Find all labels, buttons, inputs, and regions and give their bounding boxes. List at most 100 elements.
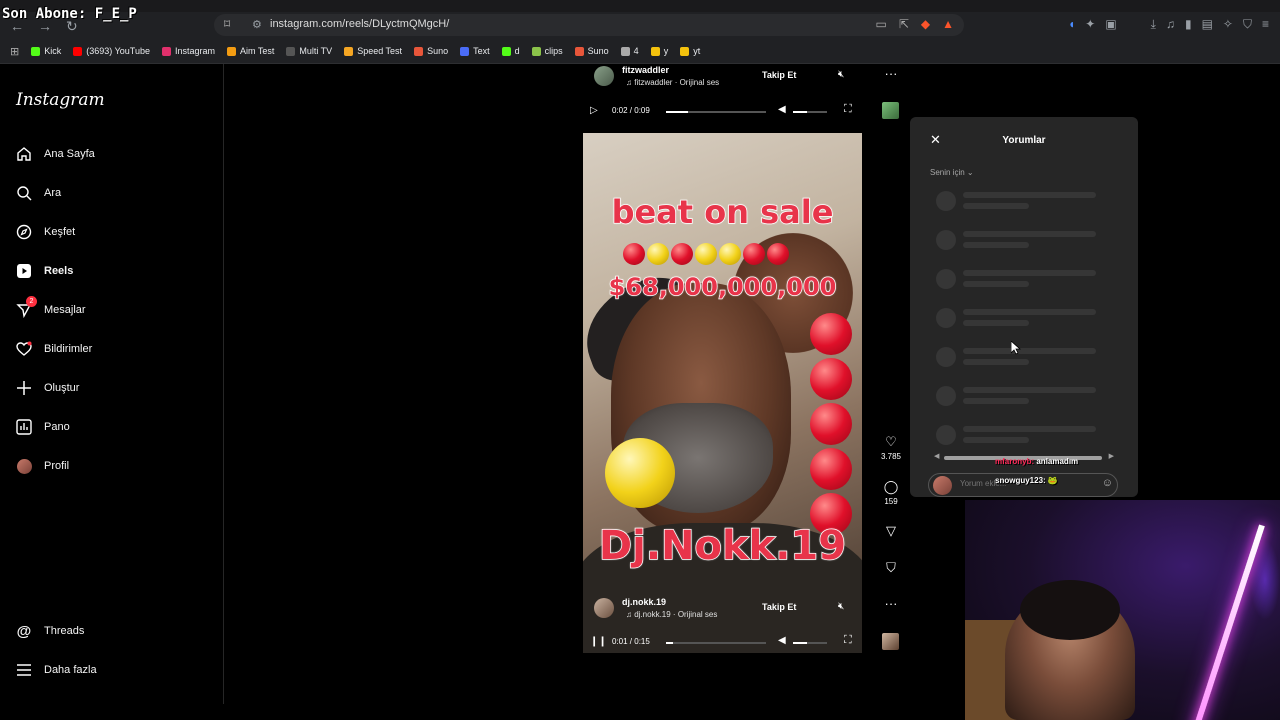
like-button[interactable]: ♡ 3.785 (880, 434, 902, 461)
sidebar-item-messages[interactable]: 2 Mesajlar (16, 296, 86, 318)
follow-button[interactable]: Takip Et (762, 602, 796, 612)
sidebar-toggle-icon[interactable]: ▮ (1185, 17, 1192, 32)
more-options-icon[interactable]: ··· (880, 596, 902, 611)
download-icon[interactable]: ⤓ (1151, 17, 1156, 32)
audio-icon[interactable]: ◖ (1068, 17, 1075, 32)
mute-icon[interactable]: 🔇︎ (838, 69, 844, 80)
like-count: 3.785 (880, 452, 902, 461)
bookmark-item[interactable]: Multi TV (286, 46, 332, 56)
sidebar-item-create[interactable]: Oluştur (16, 380, 79, 396)
bookmark-item[interactable]: d (501, 46, 520, 56)
volume-slider[interactable] (793, 642, 827, 644)
bookmark-item[interactable]: Suno (414, 46, 448, 56)
avatar[interactable] (594, 66, 614, 86)
follow-button[interactable]: Takip Et (762, 70, 796, 80)
fullscreen-icon[interactable]: ⛶ (844, 103, 852, 116)
reel-audio[interactable]: ♫ fitzwaddler · Orijinal ses (626, 78, 719, 87)
reel-username[interactable]: dj.nokk.19 (622, 597, 666, 607)
sidebar-item-label: Profil (44, 460, 70, 472)
comment-skeleton (936, 230, 1116, 254)
sidebar-item-reels[interactable]: Reels (16, 263, 73, 279)
video-time: 0:01 / 0:15 (612, 637, 650, 646)
favicon-icon (680, 46, 690, 56)
menu-icon[interactable]: ≡ (1262, 17, 1269, 32)
comments-title: Yorumlar (1002, 135, 1046, 146)
bookmark-item[interactable]: y (650, 46, 668, 56)
leo-icon[interactable]: ✧ (1223, 17, 1233, 32)
fullscreen-icon[interactable]: ⛶ (844, 634, 852, 647)
volume-slider[interactable] (793, 111, 827, 113)
scroll-left-icon[interactable]: ◀ (934, 452, 939, 460)
sidebar-item-notifications[interactable]: Bildirimler (16, 341, 92, 357)
avatar[interactable] (594, 598, 614, 618)
sidebar-item-explore[interactable]: Keşfet (16, 224, 75, 240)
favicon-icon (344, 46, 354, 56)
emoji-icon[interactable]: ☺ (1102, 477, 1113, 489)
sidebar-item-threads[interactable]: @ Threads (16, 623, 85, 640)
volume-icon[interactable]: ◀︎ (778, 635, 786, 646)
sidebar-item-profile[interactable]: Profil (16, 458, 69, 474)
sidebar: Instagram Ana Sayfa Ara Keşfet Reels 2 M… (0, 64, 224, 704)
save-button[interactable]: ⛉ (880, 560, 902, 576)
favicon-icon (501, 46, 511, 56)
bookmark-item[interactable]: Text (460, 46, 490, 56)
play-icon[interactable]: ▷ (590, 105, 598, 116)
bookmark-item[interactable]: Aim Test (227, 46, 274, 56)
share-icon[interactable]: ⇱ (899, 17, 909, 31)
site-info-icon[interactable]: ⚙ (252, 18, 262, 31)
reel-video[interactable]: beat on sale $68,000,000,000 Dj.Nokk.19 (583, 133, 862, 653)
favicon-icon (414, 46, 424, 56)
bookmark-icon[interactable]: ⌑ (224, 17, 230, 31)
reel-username[interactable]: fitzwaddler (622, 65, 669, 75)
sidebar-item-more[interactable]: Daha fazla (16, 662, 97, 678)
favicon-icon (31, 46, 41, 56)
scroll-right-icon[interactable]: ▶ (1109, 452, 1114, 460)
reel-audio[interactable]: ♫ dj.nokk.19 · Orijinal ses (626, 610, 717, 619)
music-icon[interactable]: ♫ (1166, 17, 1175, 32)
sidebar-item-home[interactable]: Ana Sayfa (16, 146, 95, 162)
bookmark-item[interactable]: Speed Test (344, 46, 402, 56)
share-button[interactable]: ▽ (880, 523, 902, 539)
bookmark-item[interactable]: (3693) YouTube (73, 46, 150, 56)
video-controls-main: ❙❙ 0:01 / 0:15 ◀︎ ⛶ (590, 634, 865, 652)
brave-rewards-icon[interactable]: ▲ (942, 17, 954, 31)
more-options-icon[interactable]: ··· (880, 66, 902, 81)
send-icon: ▽ (886, 523, 896, 538)
stream-chat-message: snowguy123: 🐸 (995, 476, 1058, 485)
comment-button[interactable]: ◯ 159 (880, 479, 902, 506)
pause-icon[interactable]: ❙❙ (590, 636, 607, 647)
progress-bar[interactable] (666, 111, 766, 113)
sidebar-item-label: Bildirimler (44, 343, 93, 355)
audio-thumbnail[interactable] (882, 633, 899, 650)
dashboard-icon (16, 419, 32, 435)
sidebar-item-search[interactable]: Ara (16, 185, 61, 201)
bookmark-item[interactable]: Instagram (161, 46, 215, 56)
cast-icon[interactable]: ▭ (875, 17, 886, 31)
comments-sort-dropdown[interactable]: Senin için ⌄ (930, 168, 974, 177)
search-icon (16, 185, 32, 201)
bookmark-item[interactable]: yt (680, 46, 700, 56)
tab-manager-icon[interactable]: ▣ (1105, 17, 1116, 32)
apps-icon[interactable]: ⊞ (10, 45, 19, 58)
mute-icon[interactable]: 🔇︎ (838, 601, 844, 612)
bookmark-item[interactable]: Suno (574, 46, 609, 56)
instagram-logo[interactable]: Instagram (16, 90, 105, 110)
bookmark-item[interactable]: clips (531, 46, 563, 56)
url-text[interactable]: instagram.com/reels/DLyctmQMgcH/ (270, 18, 449, 30)
bookmark-item[interactable]: Kick (31, 46, 61, 56)
sidebar-item-label: Ara (44, 187, 62, 199)
progress-bar[interactable] (666, 642, 766, 644)
reel-header-top: fitzwaddler ♫ fitzwaddler · Orijinal ses… (590, 64, 865, 94)
brave-shield-icon[interactable]: ◆ (921, 17, 930, 31)
address-bar[interactable]: ⌑ ⚙ instagram.com/reels/DLyctmQMgcH/ ▭ ⇱… (214, 14, 964, 36)
video-caption-price: $68,000,000,000 (608, 272, 837, 302)
extensions-icon[interactable]: ✦ (1085, 17, 1095, 32)
sidebar-item-dashboard[interactable]: Pano (16, 419, 70, 435)
vpn-icon[interactable]: ⛉ (1243, 17, 1252, 32)
home-icon (16, 146, 32, 162)
volume-icon[interactable]: ◀︎ (778, 104, 786, 115)
video-controls-top: ▷ 0:02 / 0:09 ◀︎ ⛶ (590, 103, 865, 121)
wallet-icon[interactable]: ▤ (1202, 17, 1213, 32)
audio-thumbnail[interactable] (882, 102, 899, 119)
bookmark-item[interactable]: 4 (620, 46, 639, 56)
